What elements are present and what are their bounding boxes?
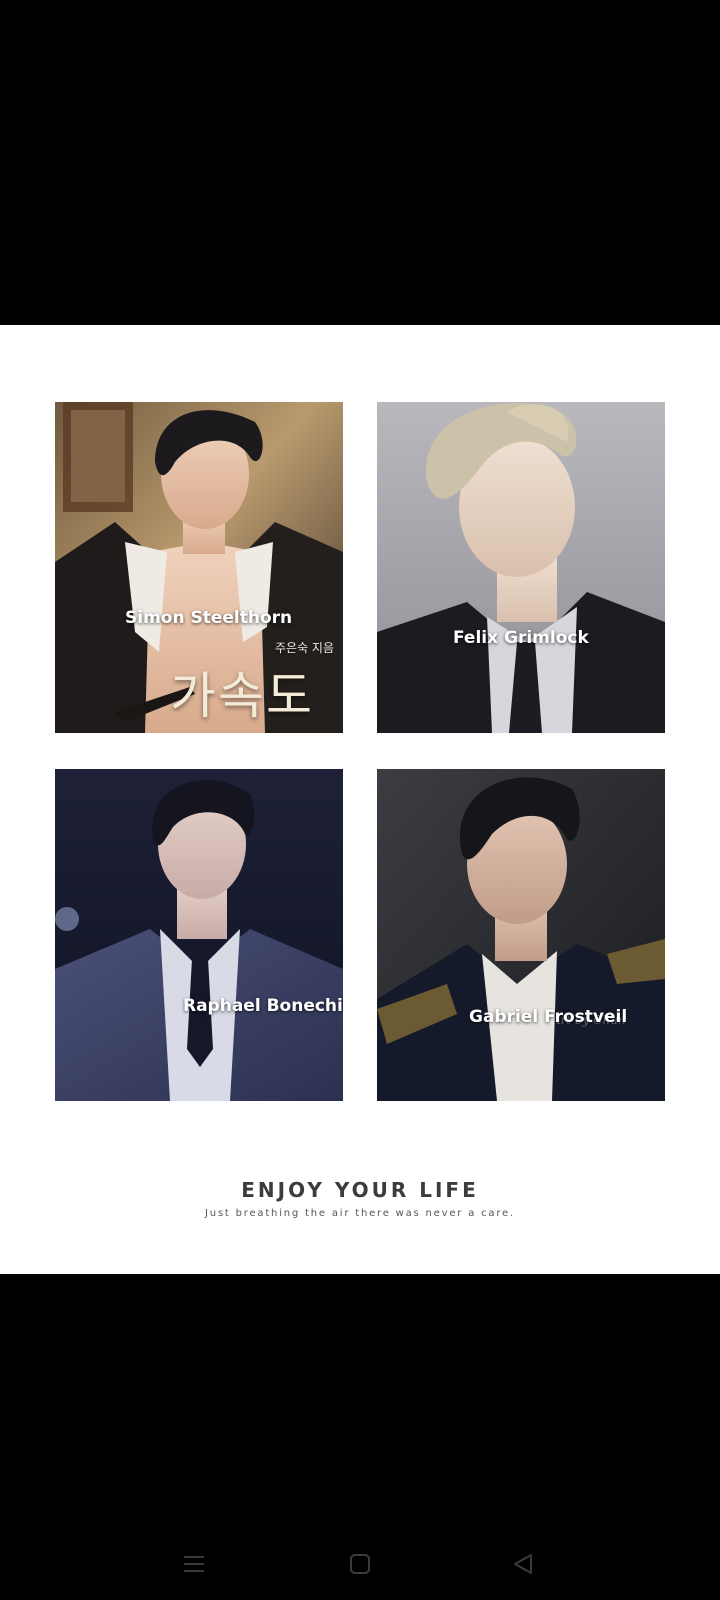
felix-portrait-art (377, 402, 665, 733)
image-panel: Simon Steelthorn 주은숙 지음 가속도 Felix Grimlo… (0, 325, 720, 1274)
recent-apps-button[interactable] (174, 1544, 214, 1584)
character-card-simon[interactable]: Simon Steelthorn 주은숙 지음 가속도 (55, 402, 343, 733)
tagline-subtitle: Just breathing the air there was never a… (205, 1208, 515, 1219)
character-card-raphael[interactable]: Raphael Bonechill (55, 769, 343, 1101)
gabriel-portrait-art (377, 769, 665, 1101)
book-title: 가속도 (170, 667, 314, 725)
home-square-icon (350, 1554, 370, 1574)
book-author: 주은숙 지음 (275, 641, 335, 655)
character-card-felix[interactable]: Felix Grimlock (377, 402, 665, 733)
system-navigation-bar (0, 1528, 720, 1600)
character-name: Gabriel Frostveil (469, 1007, 628, 1027)
back-triangle-icon (514, 1554, 532, 1574)
character-name: Raphael Bonechill (183, 996, 343, 1016)
back-button[interactable] (503, 1544, 543, 1584)
character-name: Simon Steelthorn (125, 608, 293, 628)
screen: Simon Steelthorn 주은숙 지음 가속도 Felix Grimlo… (0, 0, 720, 1600)
home-button[interactable] (340, 1544, 380, 1584)
raphael-portrait-art (55, 769, 343, 1101)
character-card-gabriel[interactable]: Art by Chun Gabriel Frostveil (377, 769, 665, 1101)
tagline-title: ENJOY YOUR LIFE (241, 1178, 479, 1202)
menu-icon (184, 1556, 204, 1572)
character-name: Felix Grimlock (453, 628, 589, 648)
